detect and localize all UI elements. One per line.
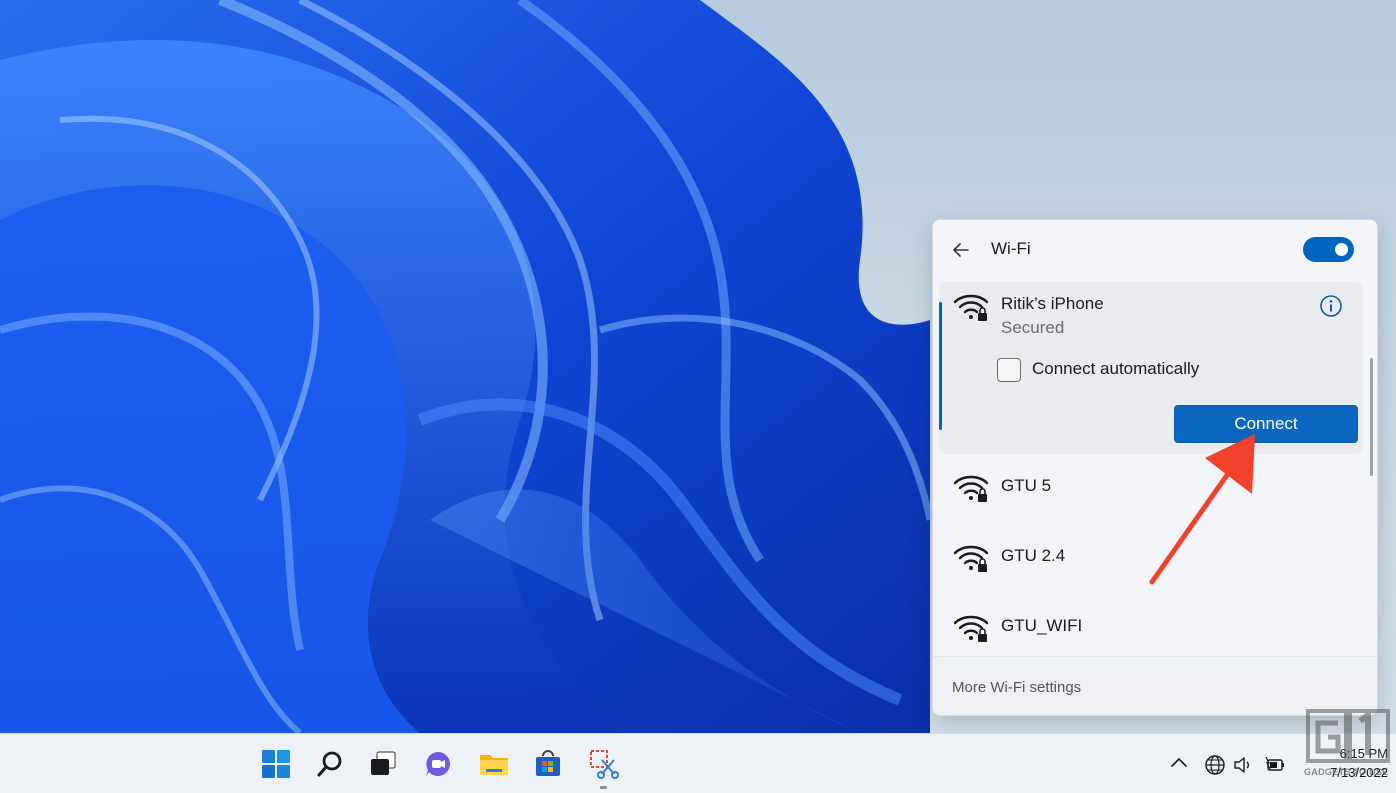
selection-accent-bar: [939, 302, 942, 430]
chat-button[interactable]: [420, 746, 456, 782]
back-arrow-icon: [953, 243, 969, 257]
volume-icon: [1234, 757, 1249, 773]
wifi-secured-icon: [953, 545, 989, 572]
connect-button[interactable]: Connect: [1174, 405, 1358, 443]
wifi-secured-icon: [953, 475, 989, 502]
connect-automatically-checkbox[interactable]: [997, 358, 1021, 382]
network-item[interactable]: GTU_WIFI: [939, 596, 1363, 662]
search-icon: [317, 751, 342, 777]
network-list: Ritik’s iPhone Secured Connect automatic…: [933, 282, 1377, 656]
network-item[interactable]: GTU 5: [939, 456, 1363, 522]
search-button[interactable]: [312, 746, 348, 782]
wifi-toggle[interactable]: [1303, 237, 1354, 262]
wifi-secured-icon: [953, 294, 989, 321]
wifi-flyout-footer: More Wi-Fi settings: [933, 656, 1377, 715]
connect-automatically-label[interactable]: Connect automatically: [1032, 359, 1199, 379]
watermark-logo: GADGETS TO USE: [1304, 709, 1392, 789]
network-name: GTU 5: [1001, 476, 1052, 495]
quick-settings-button[interactable]: [1198, 745, 1298, 783]
file-explorer-button[interactable]: [476, 746, 512, 782]
wifi-flyout-header: Wi-Fi: [933, 220, 1377, 280]
start-button[interactable]: [258, 746, 294, 782]
globe-icon: [1205, 755, 1225, 775]
taskbar: 6:15 PM 7/13/2022: [0, 733, 1396, 793]
task-view-button[interactable]: [365, 746, 401, 782]
snipping-tool-icon: [590, 750, 619, 779]
network-list-scrollbar[interactable]: [1370, 358, 1373, 476]
store-button[interactable]: [530, 746, 566, 782]
network-name: Ritik’s iPhone: [1001, 294, 1104, 313]
wifi-flyout: Wi-Fi Ritik’s iPhone Secured Connect aut…: [932, 219, 1378, 716]
windows-start-icon: [262, 750, 290, 778]
file-explorer-icon: [480, 755, 508, 775]
more-wifi-settings-link[interactable]: More Wi-Fi settings: [952, 679, 1081, 696]
snipping-tool-button[interactable]: [586, 746, 622, 782]
task-view-icon: [371, 751, 396, 775]
network-item[interactable]: GTU 2.4: [939, 526, 1363, 592]
back-button[interactable]: [947, 236, 975, 264]
network-name: GTU_WIFI: [1001, 616, 1083, 635]
wifi-flyout-title: Wi-Fi: [991, 239, 1031, 258]
watermark-text: GADGETS TO USE: [1304, 767, 1389, 777]
watermark-mark: [1306, 709, 1390, 763]
chevron-up-icon[interactable]: [1168, 752, 1190, 774]
battery-icon: [1265, 756, 1284, 771]
chat-icon: [426, 752, 450, 776]
network-item-expanded[interactable]: Ritik’s iPhone Secured Connect automatic…: [939, 282, 1363, 454]
network-status: Secured: [1001, 318, 1065, 337]
network-name: GTU 2.4: [1001, 546, 1066, 565]
info-icon[interactable]: [1317, 292, 1345, 320]
toggle-knob: [1335, 243, 1348, 256]
wifi-secured-icon: [953, 615, 989, 642]
running-indicator: [600, 786, 607, 789]
store-icon: [536, 750, 560, 776]
